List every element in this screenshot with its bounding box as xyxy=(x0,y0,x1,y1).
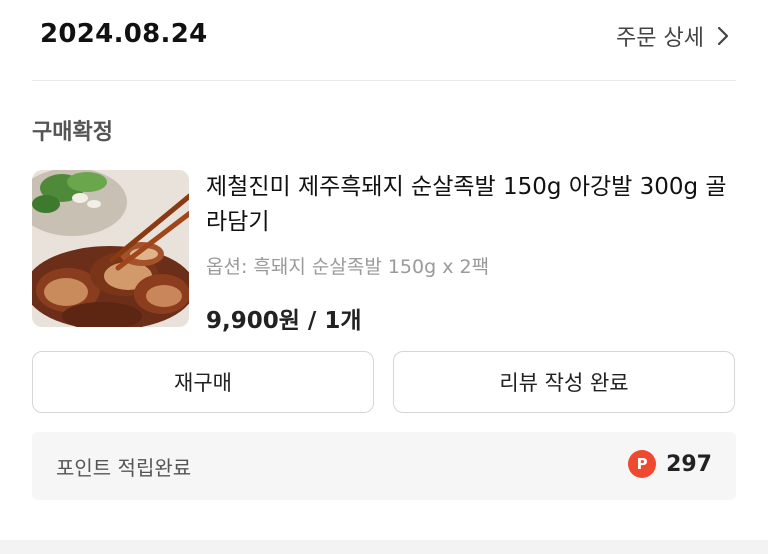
point-label: 포인트 적립완료 xyxy=(56,456,192,480)
product-price: 9,900원 / 1개 xyxy=(206,308,362,334)
order-detail-label: 주문 상세 xyxy=(616,26,704,51)
order-detail-link[interactable]: 주문 상세 xyxy=(616,20,730,52)
product-option: 옵션: 흑돼지 순살족발 150g x 2팩 xyxy=(206,256,490,278)
order-date: 2024.08.24 xyxy=(40,19,208,49)
point-value: 297 xyxy=(666,451,712,477)
order-status: 구매확정 xyxy=(32,120,113,145)
point-value-group: P 297 xyxy=(628,450,712,478)
point-icon: P xyxy=(628,450,657,478)
point-summary: 포인트 적립완료 P 297 xyxy=(32,432,736,500)
product-image[interactable] xyxy=(32,170,189,327)
chevron-right-icon xyxy=(717,26,729,46)
product-photo xyxy=(32,170,189,327)
product-info: 제철진미 제주흑돼지 순살족발 150g 아강발 300g 골라담기 옵션: 흑… xyxy=(206,170,738,335)
repurchase-button[interactable]: 재구매 xyxy=(32,351,374,413)
review-complete-button[interactable]: 리뷰 작성 완료 xyxy=(393,351,735,413)
header-divider xyxy=(32,80,736,81)
product-name[interactable]: 제철진미 제주흑돼지 순살족발 150g 아강발 300g 골라담기 xyxy=(206,170,738,240)
order-header: 2024.08.24 주문 상세 xyxy=(0,0,768,80)
section-separator xyxy=(0,540,768,554)
